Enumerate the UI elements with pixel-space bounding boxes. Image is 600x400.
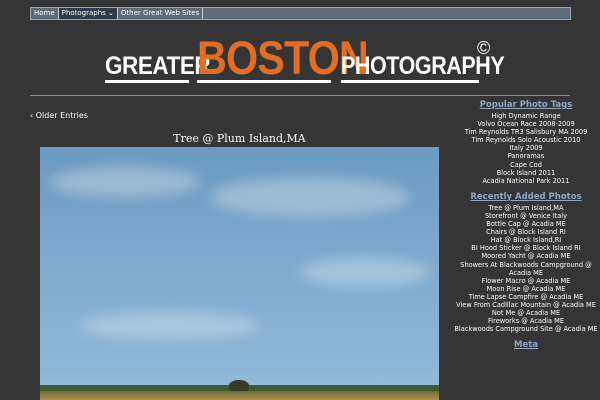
recent-photo-link[interactable]: Moored Yacht @ Acadia ME (452, 252, 600, 260)
recent-photo-link[interactable]: Showers At Blackwoods Campground @ Acadi… (452, 261, 600, 277)
recent-photo-link[interactable]: Fireworks @ Acadia ME (452, 317, 600, 325)
post-title[interactable]: Tree @ Plum Island,MA (40, 132, 439, 145)
tag-link[interactable]: Tim Reynolds Solo Acoustic 2010 (452, 136, 600, 144)
tag-link[interactable]: Block Island 2011 (452, 169, 600, 177)
post-photo[interactable] (40, 147, 439, 400)
recent-photo-link[interactable]: Flower Macro @ Acadia ME (452, 277, 600, 285)
nav-home[interactable]: Home (31, 8, 59, 19)
sky-cloud (50, 167, 200, 197)
nav-photographs[interactable]: Photographs ⌄ (58, 8, 118, 19)
tag-link[interactable]: Cape Cod (452, 161, 600, 169)
recent-photo-link[interactable]: Moon Rise @ Acadia ME (452, 285, 600, 293)
popular-tags-widget: Popular Photo Tags High Dynamic Range Vo… (452, 100, 600, 185)
recent-photos-heading[interactable]: Recently Added Photos (452, 192, 600, 202)
tag-link[interactable]: Italy 2009 (452, 144, 600, 152)
top-nav: Home Photographs ⌄ Other Great Web Sites (30, 7, 571, 20)
recent-photo-link[interactable]: Time Lapse Campfire @ Acadia ME (452, 293, 600, 301)
recent-photo-link[interactable]: Tree @ Plum Island,MA (452, 204, 600, 212)
recent-photo-link[interactable]: Bottle Cap @ Acadia ME (452, 220, 600, 228)
popular-tags-heading[interactable]: Popular Photo Tags (452, 100, 600, 110)
logo-underline (197, 80, 331, 83)
recent-photo-link[interactable]: Not Me @ Acadia ME (452, 309, 600, 317)
tag-link[interactable]: Acadia National Park 2011 (452, 177, 600, 185)
tag-link[interactable]: Panoramas (452, 152, 600, 160)
recent-photo-link[interactable]: Storefront @ Venice Italy (452, 212, 600, 220)
nav-other-sites[interactable]: Other Great Web Sites (118, 8, 204, 19)
lone-tree (229, 380, 249, 391)
logo-underline (341, 80, 479, 83)
tag-link[interactable]: Volvo Ocean Race 2008-2009 (452, 120, 600, 128)
site-logo[interactable]: GREATER BOSTON PHOTOGRAPHY © (105, 28, 505, 88)
header-divider (30, 95, 570, 96)
meta-heading[interactable]: Meta (452, 340, 600, 350)
logo-greater: GREATER (105, 52, 211, 80)
logo-underline (105, 80, 189, 83)
marsh-field (40, 391, 439, 400)
logo-copyright: © (477, 38, 491, 58)
sky-cloud (210, 177, 410, 217)
tag-link[interactable]: High Dynamic Range (452, 112, 600, 120)
sky-cloud (300, 257, 430, 287)
tag-link[interactable]: Tim Reynolds TR3 Salisbury MA 2009 (452, 128, 600, 136)
recent-photo-link[interactable]: Blackwoods Campground Site @ Acadia ME (452, 325, 600, 333)
meta-widget: Meta (452, 340, 600, 350)
sky-cloud (80, 312, 260, 340)
recent-photos-widget: Recently Added Photos Tree @ Plum Island… (452, 192, 600, 334)
older-entries-link[interactable]: ‹ Older Entries (30, 111, 88, 120)
recent-photo-link[interactable]: BI Hood Sticker @ Block Island RI (452, 244, 600, 252)
recent-photo-link[interactable]: Chairs @ Block Island RI (452, 228, 600, 236)
recent-photo-link[interactable]: Hat @ Block Island,RI (452, 236, 600, 244)
recent-photo-link[interactable]: View From Cadillac Mountain @ Acadia ME (452, 301, 600, 309)
sidebar: Popular Photo Tags High Dynamic Range Vo… (452, 100, 600, 357)
